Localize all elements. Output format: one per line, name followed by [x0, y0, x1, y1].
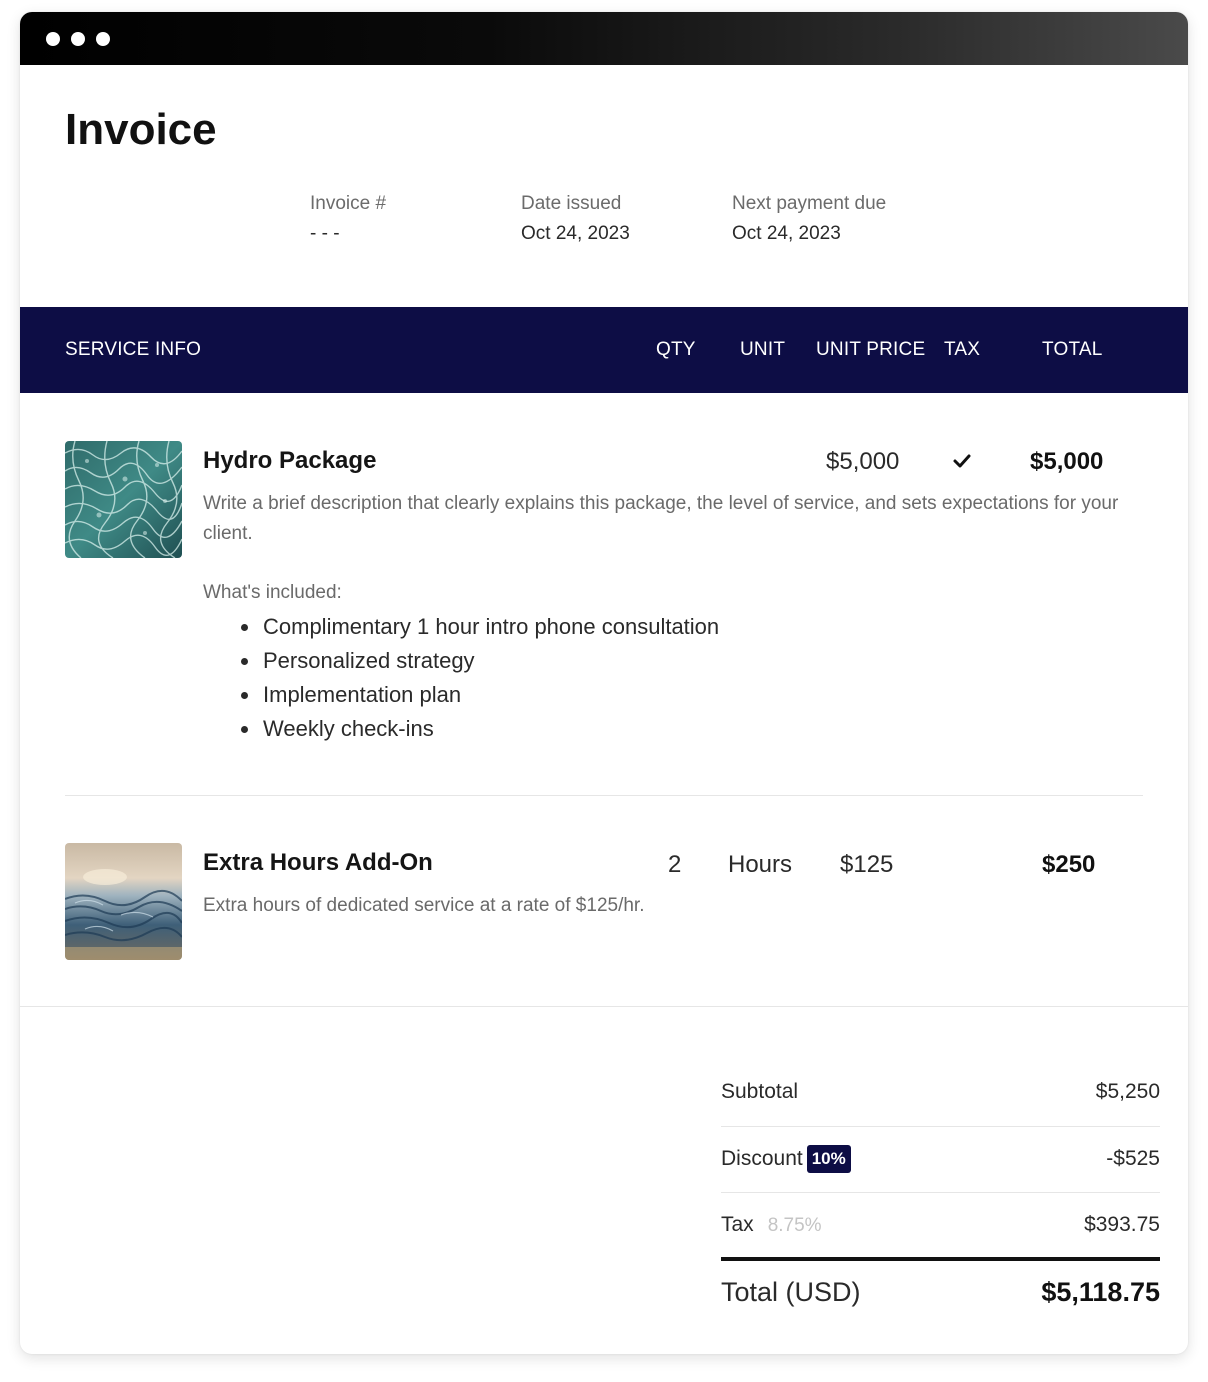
list-item: Implementation plan — [261, 678, 719, 712]
header-total: TOTAL — [1042, 339, 1103, 360]
next-payment-due-label: Next payment due — [732, 193, 887, 214]
list-item: Weekly check-ins — [261, 712, 719, 746]
subtotal-row: Subtotal $5,250 — [721, 1077, 1160, 1107]
invoice-number: Invoice # - - - — [310, 192, 386, 246]
header-unit-price: UNIT PRICE — [816, 339, 926, 360]
item-unit-price: $125 — [840, 851, 894, 878]
item-total: $250 — [1042, 851, 1096, 878]
header-tax: TAX — [944, 339, 981, 360]
tax-label-group: Tax 8.75% — [721, 1210, 822, 1241]
summary-divider — [721, 1126, 1160, 1127]
item-unit-price: $5,000 — [826, 448, 900, 475]
summary-divider — [721, 1192, 1160, 1193]
discount-badge: 10% — [806, 1145, 851, 1174]
total-value: $5,118.75 — [1041, 1277, 1160, 1307]
window-dot-icon — [96, 32, 110, 46]
window-dot-icon — [71, 32, 85, 46]
tax-row: Tax 8.75% $393.75 — [721, 1210, 1160, 1240]
discount-value: -$525 — [1106, 1147, 1160, 1170]
invoice-window: Invoice Invoice # - - - Date issued Oct … — [20, 12, 1188, 1354]
item-name: Extra Hours Add-On — [203, 849, 433, 876]
discount-row: Discount 10% -$525 — [721, 1144, 1160, 1174]
header-unit: UNIT — [740, 339, 786, 360]
list-item: Personalized strategy — [261, 644, 719, 678]
header-qty: QTY — [656, 339, 696, 360]
subtotal-label: Subtotal — [721, 1080, 799, 1103]
item-qty: 2 — [668, 851, 682, 878]
total-rule — [721, 1257, 1160, 1261]
window-dot-icon — [46, 32, 60, 46]
item-name: Hydro Package — [203, 447, 377, 474]
invoice-number-label: Invoice # — [310, 193, 387, 214]
table-header: SERVICE INFO QTY UNIT UNIT PRICE TAX TOT… — [20, 307, 1188, 393]
tax-value: $393.75 — [1084, 1213, 1160, 1236]
tax-label: Tax — [721, 1213, 754, 1236]
item-description: Write a brief description that clearly e… — [203, 493, 1119, 544]
water-surface-image — [65, 441, 182, 558]
window-titlebar — [20, 12, 1188, 65]
included-label: What's included: — [203, 582, 342, 603]
discount-label: Discount — [721, 1147, 803, 1170]
date-issued-value: Oct 24, 2023 — [521, 223, 630, 244]
included-list: Complimentary 1 hour intro phone consult… — [203, 610, 719, 746]
next-payment-due-value: Oct 24, 2023 — [732, 223, 841, 244]
subtotal-value: $5,250 — [1095, 1080, 1160, 1103]
row-divider — [65, 795, 1143, 796]
invoice-number-value: - - - — [310, 223, 340, 244]
item-total: $5,000 — [1030, 448, 1104, 475]
page-title: Invoice — [65, 105, 217, 154]
date-issued: Date issued Oct 24, 2023 — [521, 192, 630, 246]
next-payment-due: Next payment due Oct 24, 2023 — [732, 192, 886, 246]
checkmark-icon — [952, 449, 972, 479]
header-service-info: SERVICE INFO — [65, 339, 202, 360]
ocean-wave-image — [65, 843, 182, 960]
list-item: Complimentary 1 hour intro phone consult… — [261, 610, 719, 644]
discount-label-group: Discount 10% — [721, 1144, 851, 1174]
item-description: Extra hours of dedicated service at a ra… — [203, 895, 645, 916]
item-unit: Hours — [728, 851, 793, 878]
date-issued-label: Date issued — [521, 193, 622, 214]
tax-rate: 8.75% — [767, 1215, 822, 1236]
total-label: Total (USD) — [721, 1277, 861, 1307]
section-divider — [20, 1006, 1188, 1007]
